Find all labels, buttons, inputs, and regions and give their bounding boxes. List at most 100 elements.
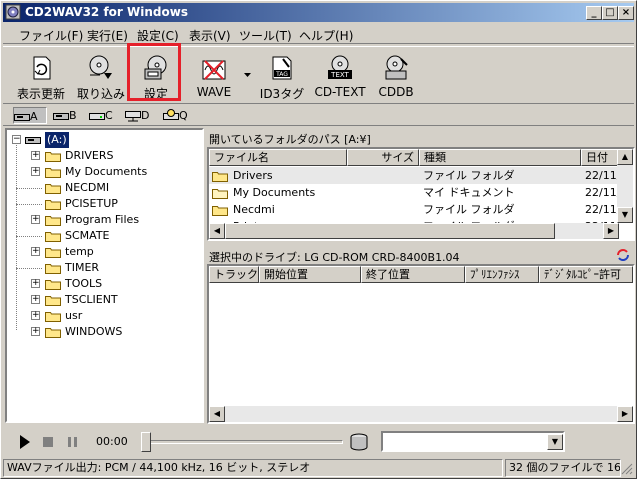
title-bar[interactable]: CD2WAV32 for Windows _ □ ×: [3, 3, 634, 22]
scroll-left-button[interactable]: ◀: [209, 406, 225, 422]
close-button[interactable]: ×: [618, 6, 634, 20]
tree-line: [16, 188, 42, 189]
tag-icon: TAG: [272, 56, 292, 80]
scroll-right-button[interactable]: ▶: [603, 223, 619, 239]
cd-text-button[interactable]: TEXT CD-TEXT: [309, 49, 371, 101]
expand-icon[interactable]: +: [31, 327, 40, 336]
floppy-drive-icon: [14, 114, 30, 121]
column-header-end[interactable]: 終了位置: [361, 266, 465, 283]
status-output-format: WAVファイル出力: PCM / 44,100 kHz, 16 ビット, ステレ…: [3, 459, 503, 477]
file-list-horizontal-scrollbar[interactable]: ◀ ▶: [209, 223, 619, 239]
column-header-size[interactable]: サイズ: [347, 149, 419, 166]
tree-folder-item[interactable]: + usr: [7, 308, 197, 324]
expand-icon[interactable]: +: [31, 167, 40, 176]
tree-folder-item[interactable]: SCMATE: [7, 228, 197, 244]
expand-icon[interactable]: +: [31, 279, 40, 288]
minimize-button[interactable]: _: [586, 6, 602, 20]
tree-folder-item[interactable]: + temp: [7, 244, 197, 260]
column-header-digital-copy[interactable]: ﾃﾞｼﾞﾀﾙｺﾋﾟｰ許可: [539, 266, 633, 283]
play-icon[interactable]: [19, 435, 31, 449]
column-header-filename[interactable]: ファイル名: [209, 149, 347, 166]
column-header-track[interactable]: トラック: [209, 266, 259, 283]
folder-icon: [212, 172, 228, 182]
wave-button[interactable]: WAVE: [189, 49, 239, 101]
tree-folder-item[interactable]: + WINDOWS: [7, 324, 197, 340]
expand-icon[interactable]: +: [31, 295, 40, 304]
column-header-date[interactable]: 日付: [581, 149, 619, 166]
tree-folder-item[interactable]: PCISETUP: [7, 196, 197, 212]
floppy-drive-icon: [53, 113, 69, 120]
folder-icon: [45, 328, 61, 338]
scroll-thumb[interactable]: [225, 223, 555, 239]
seek-slider-thumb[interactable]: [141, 432, 151, 452]
expand-icon[interactable]: +: [31, 247, 40, 256]
folder-icon: [45, 232, 61, 242]
tree-folder-item[interactable]: + Program Files: [7, 212, 197, 228]
refresh-button[interactable]: 表示更新: [15, 49, 67, 101]
menu-bar: ファイル(F) 実行(E) 設定(C) 表示(V) ツール(T) ヘルプ(H): [3, 24, 634, 44]
tree-folder-item[interactable]: + DRIVERS: [7, 148, 197, 164]
folder-tree[interactable]: − (A:) + DRIVERS + My Documents NECDMI P…: [5, 128, 204, 423]
drive-d-button[interactable]: D: [125, 107, 157, 124]
drive-q-button[interactable]: Q: [163, 107, 195, 124]
wave-dropdown-button[interactable]: [241, 49, 255, 101]
dropdown-arrow-icon[interactable]: ▼: [547, 434, 563, 450]
folder-icon: [45, 216, 61, 226]
stop-icon[interactable]: [43, 437, 53, 447]
file-row[interactable]: My Documents マイ ドキュメント 22/11/: [209, 184, 620, 201]
folder-icon: [45, 184, 61, 194]
cdrom-drive-icon: [163, 109, 179, 120]
tree-folder-item[interactable]: + My Documents: [7, 164, 197, 180]
svg-text:TEXT: TEXT: [330, 71, 349, 79]
drive-b-button[interactable]: B: [53, 107, 83, 124]
column-header-preemphasis[interactable]: ﾌﾟﾘｴﾝﾌｧｼｽ: [465, 266, 539, 283]
status-bar: WAVファイル出力: PCM / 44,100 kHz, 16 ビット, ステレ…: [3, 459, 634, 477]
tree-folder-item[interactable]: TIMER: [7, 260, 197, 276]
tree-folder-item[interactable]: NECDMI: [7, 180, 197, 196]
scroll-right-button[interactable]: ▶: [617, 406, 633, 422]
menu-file[interactable]: ファイル(F): [19, 27, 83, 44]
expand-icon[interactable]: +: [31, 311, 40, 320]
menu-help[interactable]: ヘルプ(H): [299, 27, 353, 44]
maximize-button[interactable]: □: [602, 6, 618, 20]
tree-line: [16, 268, 42, 269]
id3-tag-button[interactable]: TAG ID3タグ: [259, 49, 305, 101]
rip-button[interactable]: 取り込み: [75, 49, 127, 101]
refresh-drive-icon[interactable]: [615, 248, 631, 262]
menu-settings[interactable]: 設定(C): [137, 27, 179, 44]
resize-grip-icon[interactable]: [621, 463, 633, 475]
menu-run[interactable]: 実行(E): [87, 27, 128, 44]
menu-view[interactable]: 表示(V): [189, 27, 231, 44]
file-row[interactable]: Necdmi ファイル フォルダ 22/11/: [209, 201, 620, 218]
file-list-vertical-scrollbar[interactable]: ▲ ▼: [617, 149, 633, 223]
drive-a-button[interactable]: A: [13, 107, 47, 124]
folder-icon: [45, 152, 61, 162]
scroll-left-button[interactable]: ◀: [209, 223, 225, 239]
drive-c-button[interactable]: C: [89, 107, 119, 124]
column-header-type[interactable]: 種類: [419, 149, 581, 166]
tree-folder-item[interactable]: + TSCLIENT: [7, 292, 197, 308]
expand-icon[interactable]: +: [31, 215, 40, 224]
cddb-button[interactable]: CDDB: [373, 49, 419, 101]
file-row[interactable]: Drivers ファイル フォルダ 22/11/: [209, 167, 620, 184]
collapse-icon[interactable]: −: [12, 135, 21, 144]
column-header-start[interactable]: 開始位置: [259, 266, 361, 283]
folder-icon: [45, 312, 61, 322]
track-list-horizontal-scrollbar[interactable]: ◀ ▶: [209, 406, 633, 422]
tree-line: [16, 204, 42, 205]
track-list[interactable]: トラック 開始位置 終了位置 ﾌﾟﾘｴﾝﾌｧｼｽ ﾃﾞｼﾞﾀﾙｺﾋﾟｰ許可 ◀ …: [207, 264, 635, 424]
seek-slider[interactable]: [143, 440, 343, 444]
pause-icon[interactable]: [67, 437, 79, 447]
app-window: CD2WAV32 for Windows _ □ × ファイル(F) 実行(E)…: [0, 0, 637, 479]
tree-folder-item[interactable]: + TOOLS: [7, 276, 197, 292]
scroll-up-button[interactable]: ▲: [617, 149, 633, 165]
menu-tools[interactable]: ツール(T): [239, 27, 292, 44]
file-list[interactable]: ファイル名 サイズ 種類 日付 Drivers ファイル フォルダ 22/11/…: [207, 147, 635, 241]
my-documents-folder-icon: [212, 189, 228, 199]
track-select-dropdown[interactable]: ▼: [381, 431, 565, 452]
cd-drive-icon[interactable]: [349, 432, 369, 452]
scroll-down-button[interactable]: ▼: [617, 207, 633, 223]
expand-icon[interactable]: +: [31, 151, 40, 160]
player-bar: 00:00 ▼: [3, 427, 634, 457]
svg-text:TAG: TAG: [275, 71, 288, 78]
